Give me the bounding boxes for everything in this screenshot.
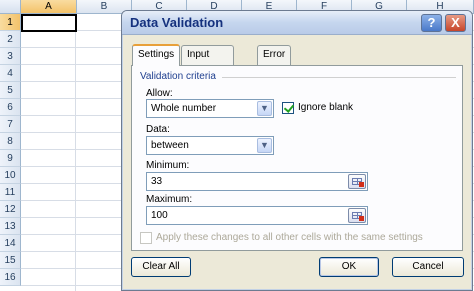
column-header-a[interactable]: A: [21, 0, 77, 14]
row-header-5[interactable]: 5: [0, 82, 21, 99]
data-select-value: between: [151, 140, 189, 151]
apply-to-all-checkbox[interactable]: [140, 232, 152, 244]
tab-error-alert[interactable]: Error Alert: [257, 45, 292, 78]
ignore-blank-label[interactable]: Ignore blank: [298, 102, 353, 113]
row-header-4[interactable]: 4: [0, 65, 21, 82]
row-header-1[interactable]: 1: [0, 14, 21, 31]
active-cell-a1[interactable]: [21, 14, 77, 32]
dialog-titlebar[interactable]: Data Validation ? X: [122, 11, 472, 35]
row-header-11[interactable]: 11: [0, 184, 21, 201]
ok-button[interactable]: OK: [319, 257, 379, 277]
allow-select-value: Whole number: [151, 103, 217, 114]
allow-select[interactable]: Whole number ▼: [146, 99, 274, 118]
maximum-label: Maximum:: [146, 194, 193, 205]
data-select[interactable]: between ▼: [146, 136, 274, 155]
arrow-icon: [359, 182, 364, 187]
settings-panel: Validation criteria Allow: Whole number …: [131, 65, 463, 251]
maximum-range-picker-icon[interactable]: [348, 208, 366, 223]
maximum-value: 100: [151, 210, 168, 221]
data-validation-dialog: Data Validation ? X Settings Input Messa…: [121, 10, 473, 291]
row-header-2[interactable]: 2: [0, 31, 21, 48]
maximum-input[interactable]: 100: [146, 206, 368, 225]
row-header-8[interactable]: 8: [0, 133, 21, 150]
chevron-down-icon[interactable]: ▼: [257, 101, 272, 116]
row-header-15[interactable]: 15: [0, 252, 21, 269]
tab-settings[interactable]: Settings: [132, 44, 181, 66]
minimum-label: Minimum:: [146, 160, 190, 171]
cancel-button[interactable]: Cancel: [392, 257, 464, 277]
arrow-icon: [359, 216, 364, 221]
minimum-value: 33: [151, 176, 163, 187]
row-header-9[interactable]: 9: [0, 150, 21, 167]
clear-all-button[interactable]: Clear All: [131, 257, 191, 277]
section-title: Validation criteria: [140, 71, 216, 82]
row-header-6[interactable]: 6: [0, 99, 21, 116]
tab-input-message[interactable]: Input Message: [181, 45, 234, 78]
row-header-7[interactable]: 7: [0, 116, 21, 133]
close-button[interactable]: X: [445, 14, 466, 32]
row-header-10[interactable]: 10: [0, 167, 21, 184]
row-header-3[interactable]: 3: [0, 48, 21, 65]
dialog-title: Data Validation: [130, 15, 224, 30]
select-all-corner[interactable]: [0, 0, 21, 14]
help-button[interactable]: ?: [421, 14, 442, 32]
apply-to-all-label: Apply these changes to all other cells w…: [156, 232, 423, 243]
row-header-16[interactable]: 16: [0, 269, 21, 286]
data-label: Data:: [146, 124, 170, 135]
chevron-down-icon[interactable]: ▼: [257, 138, 272, 153]
ignore-blank-checkbox[interactable]: [282, 102, 294, 114]
minimum-input[interactable]: 33: [146, 172, 368, 191]
allow-label: Allow:: [146, 88, 173, 99]
row-header-12[interactable]: 12: [0, 201, 21, 218]
minimum-range-picker-icon[interactable]: [348, 174, 366, 189]
row-header-13[interactable]: 13: [0, 218, 21, 235]
row-header-14[interactable]: 14: [0, 235, 21, 252]
section-divider: [222, 77, 456, 78]
